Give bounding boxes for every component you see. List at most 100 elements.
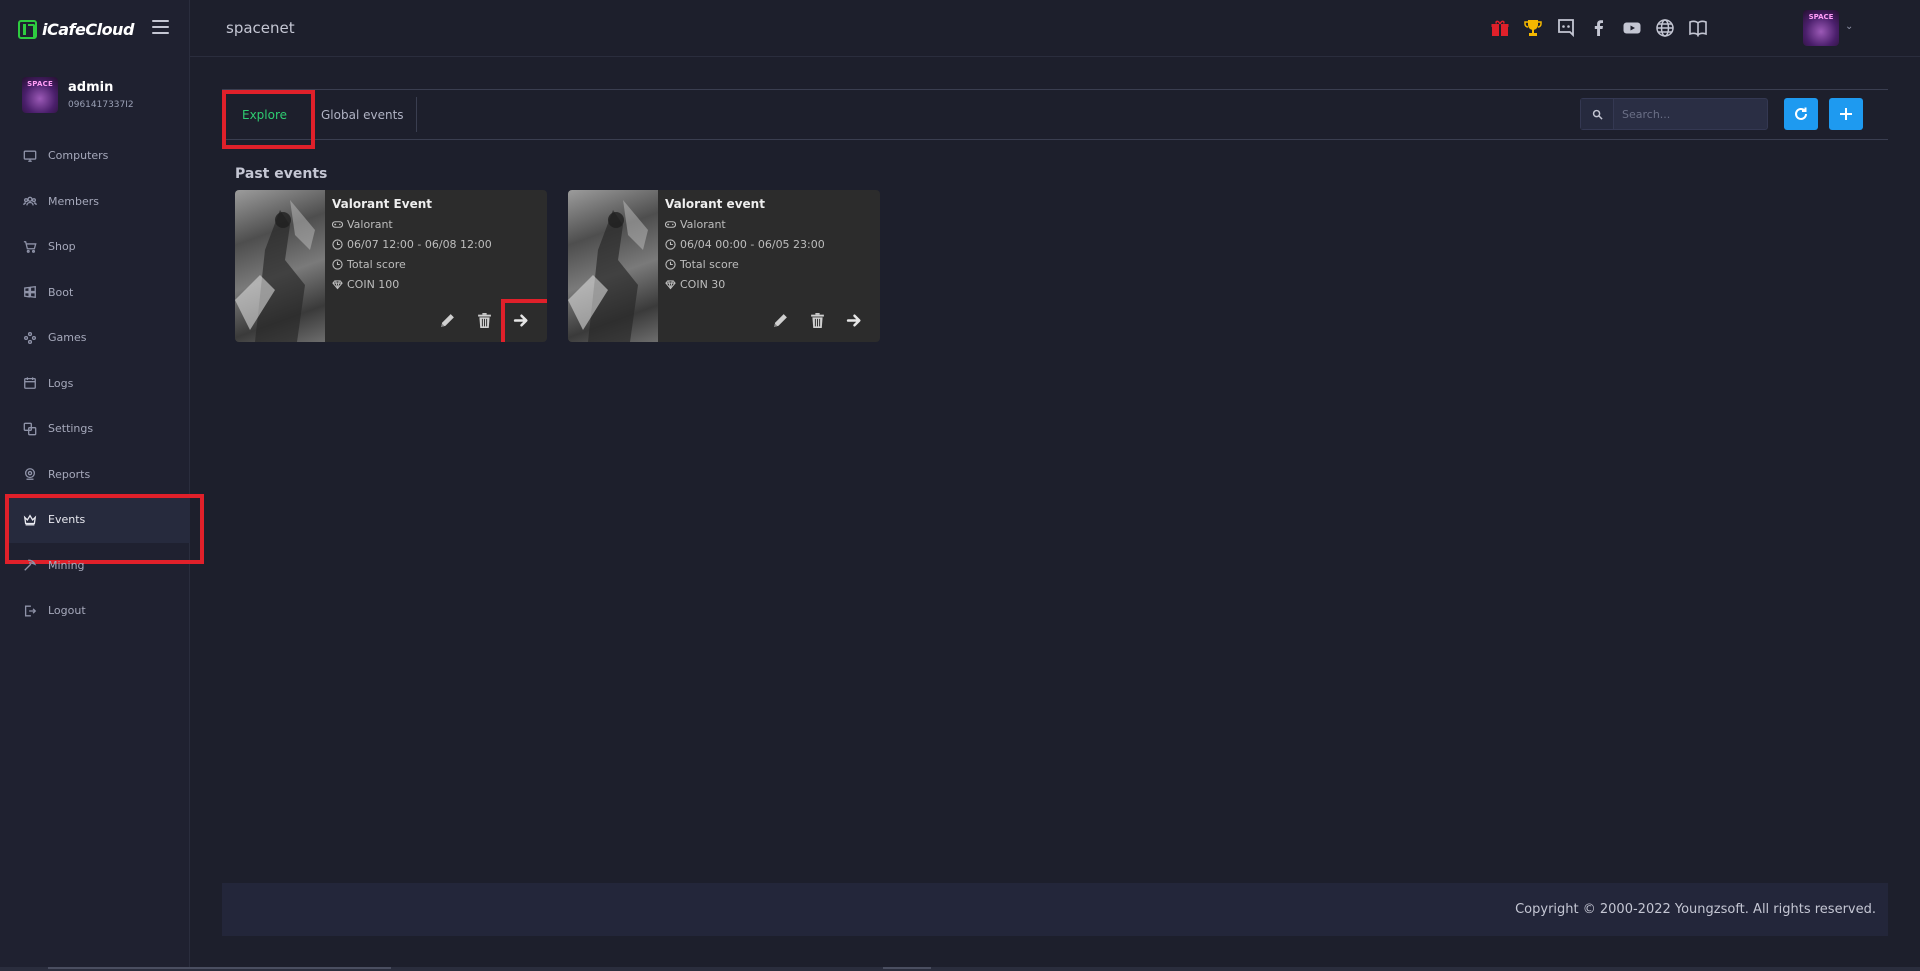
avatar: SPACE [22,77,58,113]
sidebar-item-games[interactable]: Games [5,315,195,361]
gift-icon[interactable] [1488,16,1511,39]
sidebar-item-logs[interactable]: Logs [5,361,195,407]
trash-icon [478,313,491,328]
footer: Copyright © 2000-2022 Youngzsoft. All ri… [222,883,1888,936]
diamond-icon [332,279,343,290]
pencil-icon [441,314,454,327]
search-box [1580,98,1768,130]
discord-icon[interactable] [1554,16,1577,39]
event-game: Valorant [332,214,539,234]
sidebar-item-label: Events [48,513,86,527]
sidebar-item-label: Shop [48,240,76,254]
header-avatar[interactable]: SPACE [1803,10,1839,46]
menu-toggle-icon[interactable] [152,20,169,34]
section-title: Past events [235,166,328,182]
top-header: spacenet SPACE ⌄ [190,0,1920,57]
event-score-type: Total score [665,254,872,274]
scrollbar-segment [883,967,931,969]
pickaxe-icon [23,558,37,572]
refresh-icon [1795,107,1807,120]
trophy-icon[interactable] [1521,16,1544,39]
user-phone: 0961417337I2 [68,100,134,110]
clock-icon [665,238,676,250]
sidebar-item-label: Reports [48,467,91,481]
gamepad-icon [23,331,37,345]
chevron-down-icon[interactable]: ⌄ [1845,21,1853,32]
sidebar-item-settings[interactable]: Settings [5,406,195,452]
event-card: Valorant Event Valorant 06/07 12:00 - 06… [235,190,547,342]
users-icon [23,194,37,208]
sidebar-item-label: Logout [48,604,86,618]
arrow-right-icon [513,314,528,327]
sidebar-item-label: Members [48,194,99,208]
diamond-icon [665,279,676,290]
cart-icon [23,240,37,254]
tab-global-events[interactable]: Global events [321,90,418,139]
settings-icon [23,422,37,436]
sidebar-item-computers[interactable]: Computers [5,133,195,179]
crown-icon [23,513,37,527]
event-cover-image [235,190,325,342]
gamepad-icon [332,219,343,230]
header-icon-bar [1488,16,1709,39]
event-card-actions [771,311,864,330]
event-reward: COIN 30 [665,274,872,294]
event-game: Valorant [665,214,872,234]
sidebar-item-events[interactable]: Events [5,494,204,564]
event-card-body: Valorant Event Valorant 06/07 12:00 - 06… [332,197,539,294]
user-name: admin [68,80,114,95]
sidebar-item-mining[interactable]: Mining [5,543,195,589]
clock-icon [665,258,676,270]
logout-icon [23,604,37,618]
windows-icon [23,285,37,299]
gamepad-icon [665,219,676,230]
sidebar-item-boot[interactable]: Boot [5,270,195,316]
calendar-icon [23,376,37,390]
edit-button[interactable] [771,311,790,330]
globe-icon[interactable] [1653,16,1676,39]
tab-explore[interactable]: Explore [222,90,315,149]
icafecloud-logo-icon [18,19,37,39]
event-time: 06/04 00:00 - 06/05 23:00 [665,234,872,254]
open-event-button[interactable] [845,311,864,330]
open-event-button[interactable] [501,299,547,342]
sidebar-item-label: Mining [48,558,85,572]
user-profile: SPACE admin 0961417337I2 [22,77,134,113]
trash-icon [811,313,824,328]
copyright-text: Copyright © 2000-2022 Youngzsoft. All ri… [1515,902,1876,917]
sidebar-item-label: Computers [48,149,109,163]
event-card-actions [438,299,547,342]
refresh-button[interactable] [1784,98,1818,130]
events-toolbar: Explore Global events [222,89,1888,149]
event-title: Valorant Event [332,197,432,211]
sidebar: iCafeCloud SPACE admin 0961417337I2 Comp… [0,0,204,971]
sidebar-item-label: Logs [48,376,74,390]
delete-button[interactable] [475,311,494,330]
sidebar-item-label: Settings [48,422,94,436]
edit-button[interactable] [438,311,457,330]
plus-icon [1840,108,1852,120]
scrollbar-segment [48,967,391,969]
facebook-icon[interactable] [1587,16,1610,39]
book-icon[interactable] [1686,16,1709,39]
sidebar-item-label: Games [48,331,87,345]
sidebar-item-label: Boot [48,285,74,299]
page-title: spacenet [226,19,295,37]
event-card-body: Valorant event Valorant 06/04 00:00 - 06… [665,197,872,294]
add-event-button[interactable] [1829,98,1863,130]
sidebar-item-members[interactable]: Members [5,179,195,225]
brand-logo[interactable]: iCafeCloud [18,18,134,40]
youtube-icon[interactable] [1620,16,1643,39]
delete-button[interactable] [808,311,827,330]
event-card: Valorant event Valorant 06/04 00:00 - 06… [568,190,880,342]
tab-divider [416,97,417,132]
reports-icon [23,467,37,481]
sidebar-nav: Computers Members Shop Boot Games Logs S… [5,133,204,634]
sidebar-item-reports[interactable]: Reports [5,452,195,498]
sidebar-item-shop[interactable]: Shop [5,224,195,270]
sidebar-item-logout[interactable]: Logout [5,588,195,634]
event-title: Valorant event [665,197,765,211]
arrow-right-icon [846,314,861,327]
search-input[interactable] [1614,99,1767,129]
clock-icon [332,258,343,270]
